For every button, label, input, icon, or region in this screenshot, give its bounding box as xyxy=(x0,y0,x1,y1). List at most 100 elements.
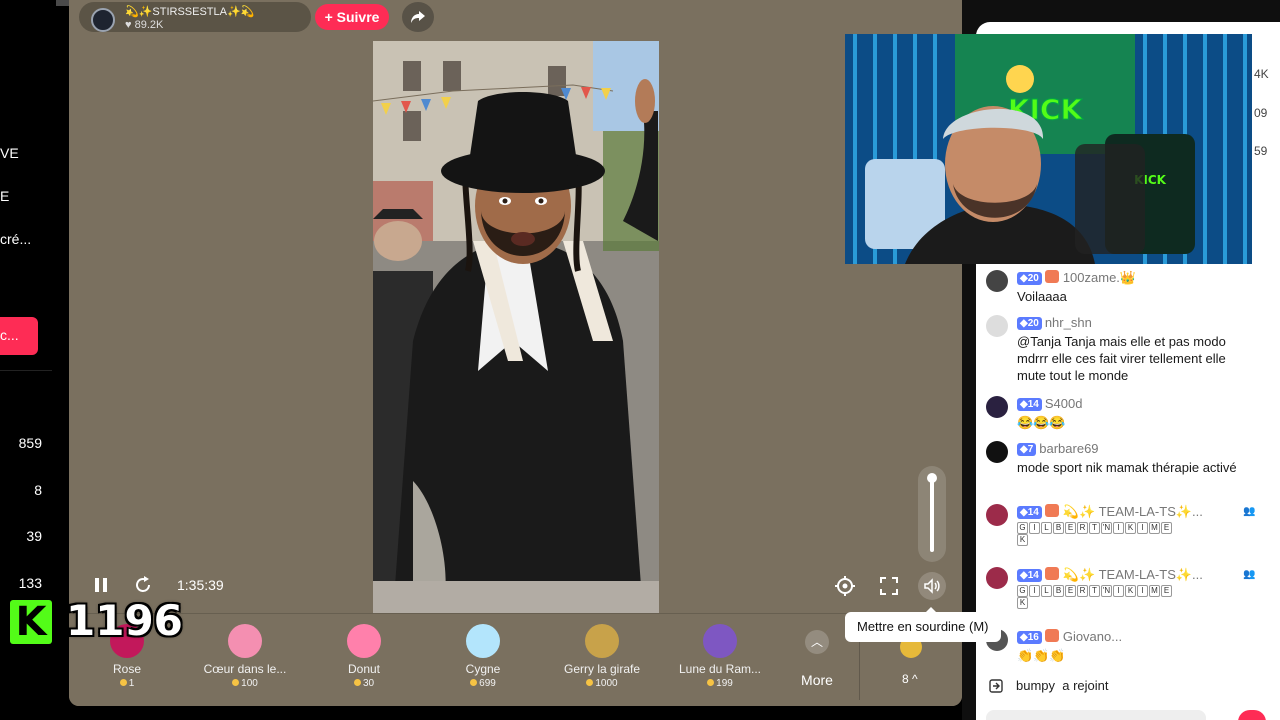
coin-icon xyxy=(586,679,594,686)
chat-username[interactable]: 100zame.👑 xyxy=(1063,270,1136,285)
chat-input[interactable] xyxy=(986,710,1206,720)
volume-knob[interactable] xyxy=(927,473,937,483)
gift-item[interactable]: Donut 30 xyxy=(309,624,419,689)
host-name[interactable]: 💫✨STIRSSESTLA✨💫 xyxy=(125,5,254,18)
sidebar-count-3: 39 xyxy=(26,528,42,544)
host-likes: ♥ 89.2K xyxy=(125,19,164,31)
letter-box: K xyxy=(1125,522,1136,534)
user-avatar[interactable] xyxy=(986,270,1008,292)
level-value: 7 xyxy=(1027,444,1034,455)
letter-box: I xyxy=(1113,522,1124,534)
chat-text: Voilaaaa xyxy=(1017,289,1067,304)
fullscreen-button[interactable] xyxy=(878,575,900,597)
coin-icon xyxy=(353,679,361,686)
team-member-icon: 👥 xyxy=(1243,569,1256,580)
level-value: 20 xyxy=(1027,273,1039,284)
letter-box: I xyxy=(1137,522,1148,534)
follow-button[interactable]: + Suivre xyxy=(315,4,389,30)
letter-box: I xyxy=(1113,585,1124,597)
user-avatar[interactable] xyxy=(986,567,1008,589)
host-chip[interactable]: 💫✨STIRSSESTLA✨💫 ♥ 89.2K xyxy=(79,2,311,32)
volume-icon xyxy=(924,578,940,594)
sidebar-count-2: 8 xyxy=(34,482,42,498)
level-value: 16 xyxy=(1027,632,1039,643)
kick-logo: K xyxy=(10,600,52,644)
level-badge: ◆7 xyxy=(1017,443,1037,456)
gear-icon xyxy=(835,576,855,596)
user-avatar[interactable] xyxy=(986,441,1008,463)
letter-box: T xyxy=(1089,585,1100,597)
pause-button[interactable] xyxy=(91,575,111,595)
gift-item[interactable]: Cœur dans le... 100 xyxy=(190,624,300,689)
sidebar-item-1[interactable]: VE xyxy=(0,145,19,161)
chat-username[interactable]: 💫✨ TEAM-LA-TS✨... xyxy=(1063,504,1203,519)
video-frame[interactable] xyxy=(373,41,659,613)
letter-row: G I L B E R T 'N I K I M E K xyxy=(1017,585,1257,609)
sidebar-count-1: 859 xyxy=(18,435,42,451)
share-button[interactable] xyxy=(402,2,434,32)
level-badge: ◆14 xyxy=(1017,506,1042,519)
level-value: 14 xyxy=(1027,570,1039,581)
volume-slider[interactable] xyxy=(918,466,946,562)
chat-header: ◆16 Giovano... xyxy=(1017,629,1257,647)
pause-icon xyxy=(95,578,107,592)
gift-price: 1000 xyxy=(547,678,657,689)
host-likes-count: 89.2K xyxy=(134,19,164,31)
gift-price-value: 199 xyxy=(716,678,733,689)
chat-username[interactable]: barbare69 xyxy=(1039,441,1098,456)
side-number: 09 xyxy=(1254,106,1268,120)
heart-badge-icon xyxy=(1044,270,1059,283)
letter-box: 'N xyxy=(1101,522,1112,534)
user-avatar[interactable] xyxy=(986,315,1008,337)
gift-item[interactable]: Gerry la girafe 1000 xyxy=(547,624,657,689)
chat-username[interactable]: Giovano... xyxy=(1063,629,1122,644)
gift-item[interactable]: Cygne 699 xyxy=(428,624,538,689)
letter-box: K xyxy=(1017,534,1028,546)
rank-label[interactable]: 8 ^ xyxy=(902,672,918,686)
sidebar-item-3[interactable]: cré... xyxy=(0,231,31,247)
replay-icon xyxy=(136,576,150,592)
join-notice: bumpy a rejoint xyxy=(988,676,1258,698)
gift-name: Donut xyxy=(347,662,381,676)
letter-box: G xyxy=(1017,522,1028,534)
chat-username[interactable]: 💫✨ TEAM-LA-TS✨... xyxy=(1063,567,1203,582)
letter-box: E xyxy=(1161,522,1172,534)
level-badge: ◆20 xyxy=(1017,272,1042,285)
sidebar-divider xyxy=(0,370,52,371)
join-text: bumpy a rejoint xyxy=(1016,678,1109,693)
mute-button[interactable] xyxy=(918,572,946,600)
elapsed-time: 1:35:39 xyxy=(177,577,224,593)
level-value: 14 xyxy=(1027,507,1039,518)
webcam-scene: KICK KICK xyxy=(845,34,1252,264)
chat-text: 😂😂😂 xyxy=(1017,415,1066,430)
sidebar-red-button[interactable]: c... xyxy=(0,317,38,355)
letter-box: K xyxy=(1125,585,1136,597)
more-gifts-button[interactable]: ︿ More xyxy=(791,624,843,696)
side-numbers: 4K 09 59 xyxy=(1252,34,1280,264)
gift-price: 30 xyxy=(309,678,419,689)
user-avatar[interactable] xyxy=(986,504,1008,526)
chat-text: mode sport nik mamak thérapie activé xyxy=(1017,460,1237,475)
letter-row: G I L B E R T 'N I K I M E K xyxy=(1017,522,1257,546)
gift-item[interactable]: Lune du Ram... 199 xyxy=(665,624,775,689)
settings-button[interactable] xyxy=(834,575,856,597)
side-number: 4K xyxy=(1254,67,1269,81)
chat-username[interactable]: S400d xyxy=(1045,396,1083,411)
team-member-icon: 👥 xyxy=(1243,506,1256,517)
chat-username[interactable]: nhr_shn xyxy=(1045,315,1092,330)
volume-track[interactable] xyxy=(930,476,934,552)
host-avatar[interactable] xyxy=(91,8,115,32)
chat-header: ◆20 100zame.👑 xyxy=(1017,270,1257,288)
gift-price: 699 xyxy=(428,678,538,689)
sidebar-item-2[interactable]: E xyxy=(0,188,9,204)
gift-name: Lune du Ram... xyxy=(678,662,762,676)
user-avatar[interactable] xyxy=(986,396,1008,418)
gift-price: 199 xyxy=(665,678,775,689)
coin-icon xyxy=(470,679,478,686)
joined-username[interactable]: bumpy xyxy=(1016,678,1055,693)
gift-price-value: 699 xyxy=(479,678,496,689)
chat-text: 👏👏👏 xyxy=(1017,648,1066,663)
letter-box: G xyxy=(1017,585,1028,597)
letter-box: M xyxy=(1149,585,1160,597)
replay-button[interactable] xyxy=(132,574,154,596)
